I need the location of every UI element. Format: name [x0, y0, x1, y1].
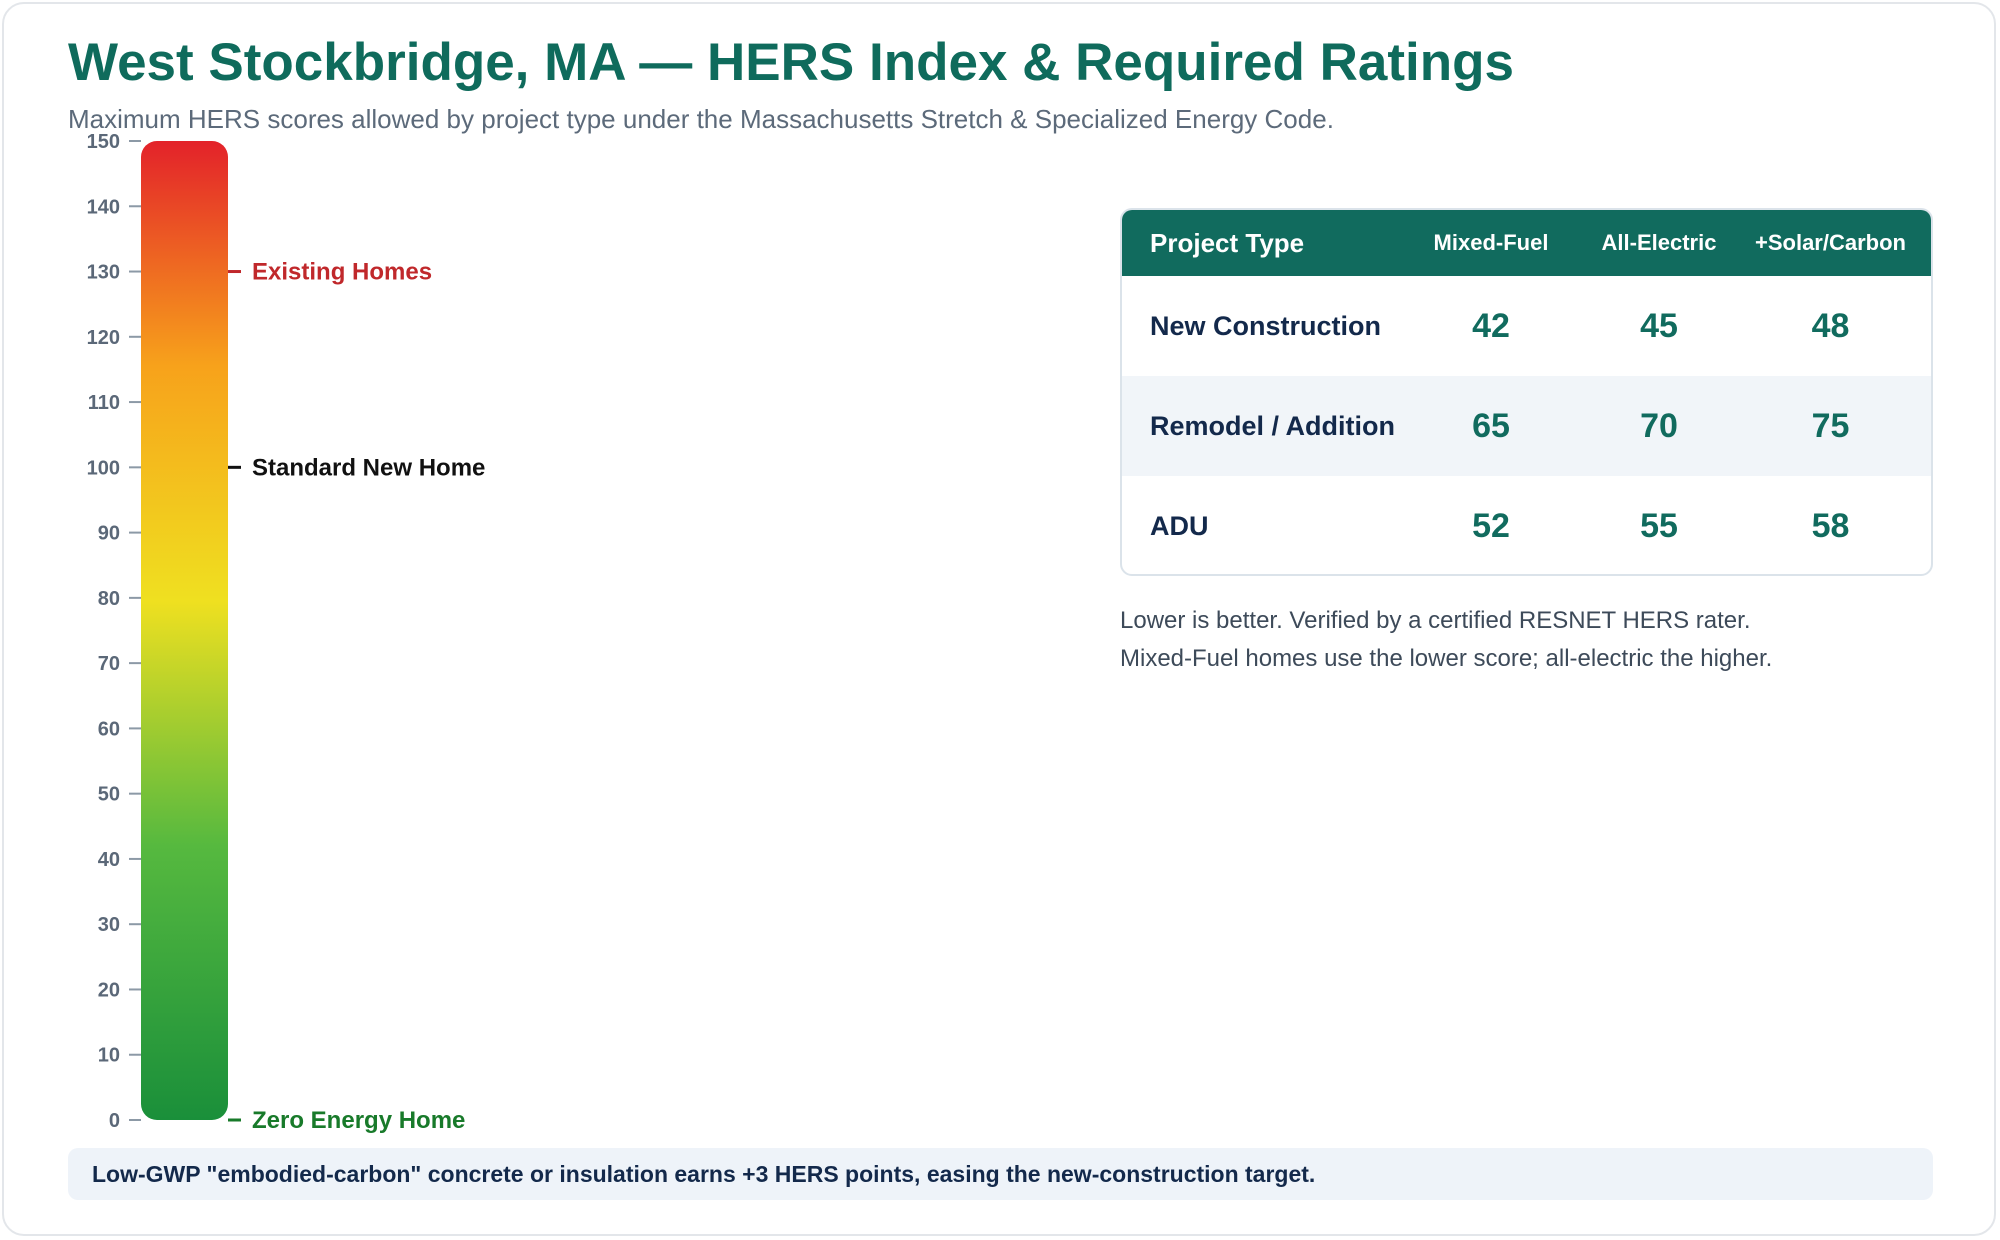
axis-tick-label: 30	[98, 914, 120, 936]
cell-all-electric: 45	[1640, 306, 1678, 345]
table-row: New Construction 42 45 48	[1122, 276, 1931, 376]
column-header-solar-carbon: +Solar/Carbon	[1755, 230, 1906, 255]
cell-mixed-fuel: 42	[1472, 306, 1510, 345]
axis-tick-label: 130	[87, 262, 120, 284]
cell-all-electric: 55	[1640, 506, 1678, 545]
axis-tick-label: 40	[98, 849, 120, 871]
marker-label: Existing Homes	[252, 259, 432, 286]
hers-scale-gauge: 0 10 20 30 40 50 60 70 80 90 100 110 120 130 140 150 Ex…	[87, 131, 486, 1134]
axis-tick-label: 120	[87, 327, 120, 349]
hers-scale-bar	[141, 141, 228, 1120]
row-label: Remodel / Addition	[1150, 410, 1395, 441]
cell-all-electric: 70	[1640, 406, 1678, 445]
cell-mixed-fuel: 65	[1472, 406, 1510, 445]
cell-solar-carbon: 58	[1811, 506, 1850, 545]
marker-label: Zero Energy Home	[252, 1107, 465, 1134]
embodied-carbon-footnote: Low-GWP "embodied-carbon" concrete or in…	[68, 1148, 1933, 1200]
row-label: New Construction	[1150, 310, 1382, 341]
cell-solar-carbon: 75	[1811, 406, 1850, 445]
table-row: ADU 52 55 58	[1122, 476, 1931, 574]
table-row: Remodel / Addition 65 70 75	[1122, 376, 1931, 476]
axis-tick-label: 100	[87, 457, 120, 479]
column-header-project-type: Project Type	[1150, 227, 1305, 258]
required-ratings-table: Project Type Mixed-Fuel All-Electric +So…	[1120, 208, 1933, 576]
column-header-mixed-fuel: Mixed-Fuel	[1433, 230, 1549, 255]
marker-label: Standard New Home	[252, 454, 485, 481]
axis-tick-label: 110	[88, 392, 120, 414]
axis-tick-label: 50	[98, 784, 120, 806]
axis-tick-label: 0	[109, 1110, 120, 1132]
note-line: Lower is better. Verified by a certified…	[1120, 607, 1751, 634]
axis-tick-label: 80	[98, 588, 120, 610]
axis-tick-label: 150	[87, 131, 120, 153]
scale-markers: Existing Homes Standard New Home Zero Ener…	[228, 259, 485, 1134]
row-label: ADU	[1150, 510, 1209, 541]
note-line: Mixed-Fuel homes use the lower score; al…	[1120, 645, 1773, 672]
cell-solar-carbon: 48	[1811, 306, 1850, 345]
axis-tick-label: 20	[98, 979, 120, 1001]
axis-tick-label: 10	[98, 1045, 120, 1067]
column-header-all-electric: All-Electric	[1601, 230, 1717, 255]
axis-tick-label: 60	[98, 718, 120, 740]
scale-axis: 0 10 20 30 40 50 60 70 80 90 100 110 120 130 140 150	[87, 131, 141, 1132]
axis-tick-label: 140	[87, 196, 120, 218]
table-header-row: Project Type Mixed-Fuel All-Electric +So…	[1122, 210, 1931, 276]
axis-tick-label: 90	[98, 523, 120, 545]
axis-tick-label: 70	[98, 653, 120, 675]
cell-mixed-fuel: 52	[1472, 506, 1510, 545]
table-notes: Lower is better. Verified by a certified…	[1120, 602, 1772, 678]
